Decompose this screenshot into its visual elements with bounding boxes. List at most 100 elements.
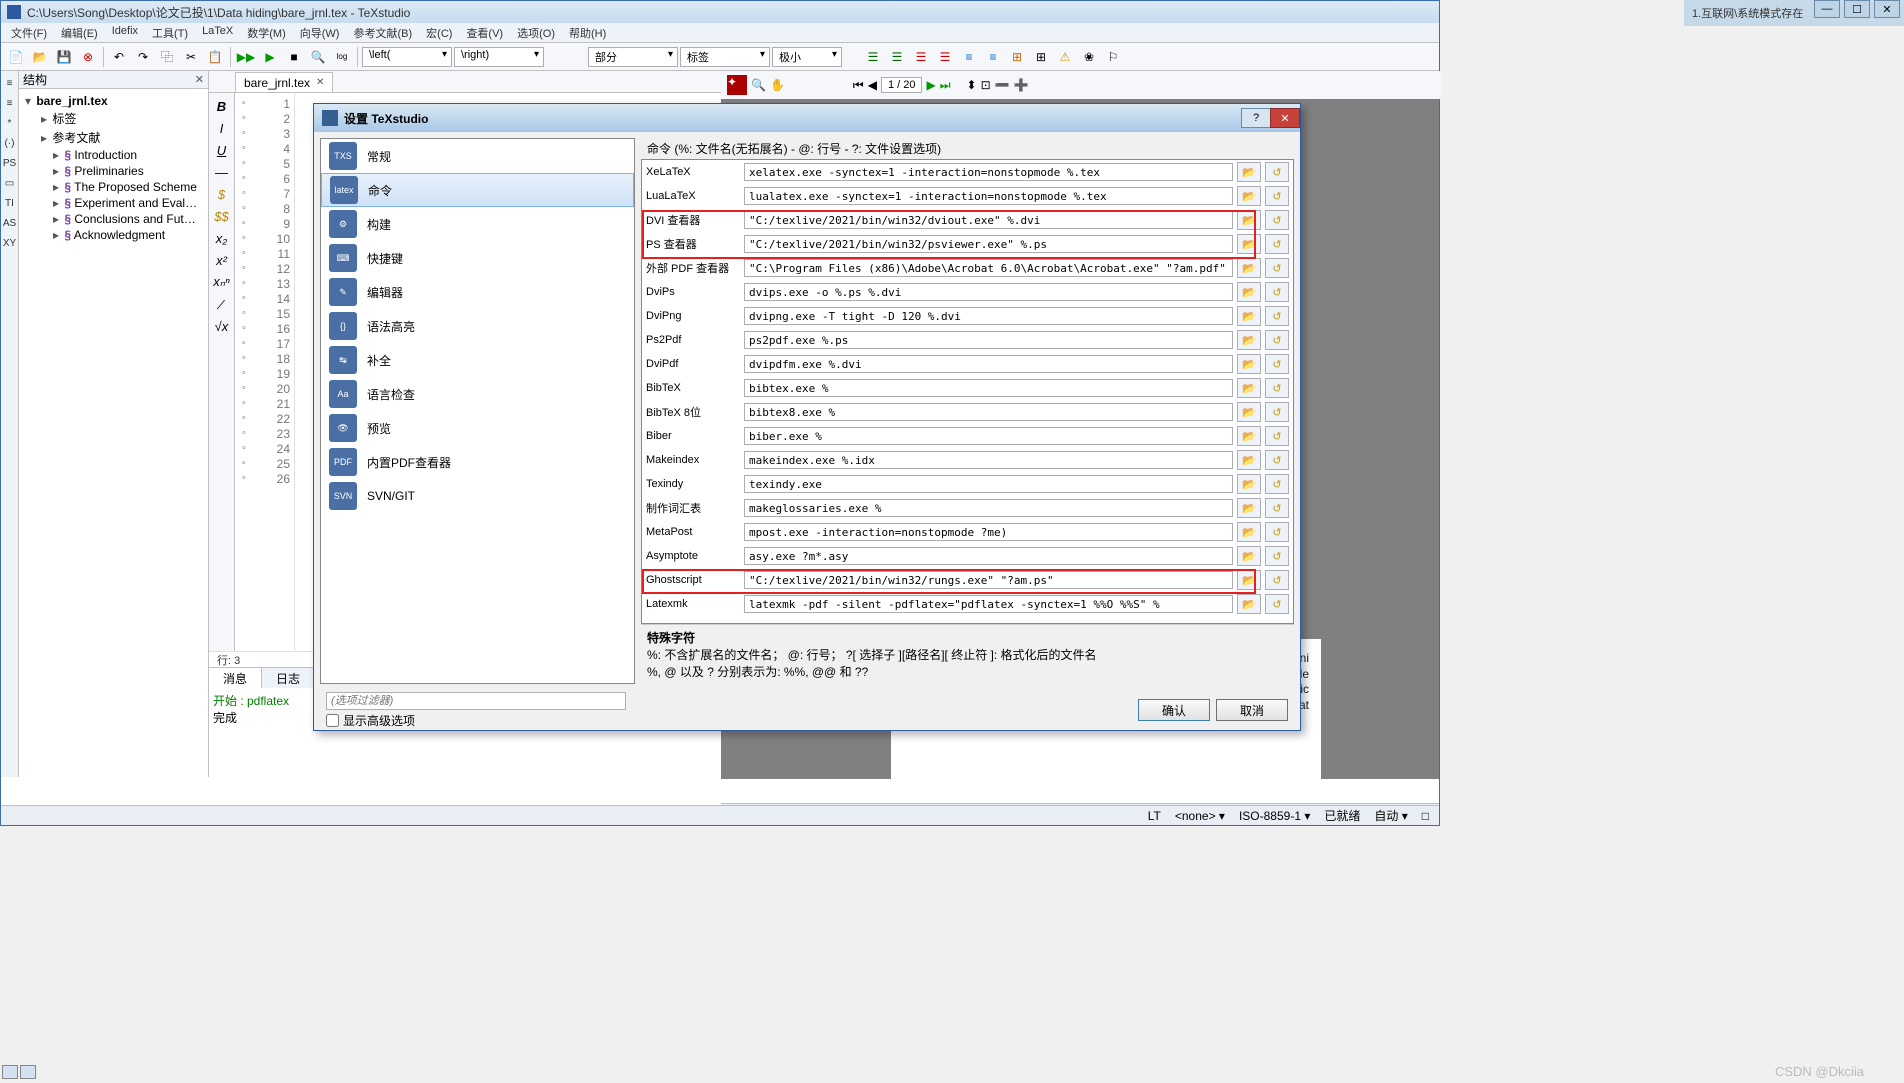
menu-item[interactable]: 编辑(E) [55,23,104,42]
panel-close-icon[interactable]: ✕ [195,73,204,86]
menu-item[interactable]: 选项(O) [511,23,561,42]
browse-icon[interactable]: 📂 [1237,330,1261,350]
item-icon[interactable]: ≡ [982,46,1004,68]
list-icon[interactable]: ☰ [934,46,956,68]
math-tool-icon[interactable]: B [217,97,226,115]
menu-item[interactable]: 文件(F) [5,23,53,42]
taskbar-icon[interactable] [20,1065,36,1079]
undo-icon[interactable]: ↶ [108,46,130,68]
command-input[interactable] [744,403,1233,421]
pdf-next-icon[interactable]: ▶ [926,78,935,92]
reset-icon[interactable]: ↺ [1265,426,1289,446]
browse-icon[interactable]: 📂 [1237,306,1261,326]
redo-icon[interactable]: ↷ [132,46,154,68]
view-log-icon[interactable]: log [331,46,353,68]
math-tool-icon[interactable]: √x [215,317,229,335]
browse-icon[interactable]: 📂 [1237,522,1261,542]
command-input[interactable] [744,307,1233,325]
tabular-icon[interactable]: ⊞ [1030,46,1052,68]
pdf-magnify-icon[interactable]: 🔍 [751,78,766,92]
pdf-page-field[interactable]: 1 / 20 [881,77,923,93]
tree-item[interactable]: ▸ § The Proposed Scheme [23,179,204,195]
cut-icon[interactable]: ✂ [180,46,202,68]
stop-icon[interactable]: ■ [283,46,305,68]
taskbar-icon[interactable] [2,1065,18,1079]
browse-icon[interactable]: 📂 [1237,162,1261,182]
pdf-scroll-icon[interactable]: ✋ [770,78,785,92]
reset-icon[interactable]: ↺ [1265,354,1289,374]
math-tool-icon[interactable]: x₂ [216,229,227,247]
reset-icon[interactable]: ↺ [1265,330,1289,350]
menu-item[interactable]: 工具(T) [146,23,194,42]
pdf-source-icon[interactable]: ✦ [727,75,747,95]
panel-tool-icon[interactable]: ▭ [1,175,18,191]
command-input[interactable] [744,571,1233,589]
messages-tab[interactable]: 消息 [209,668,262,688]
browse-icon[interactable]: 📂 [1237,450,1261,470]
reset-icon[interactable]: ↺ [1265,186,1289,206]
browse-icon[interactable]: 📂 [1237,426,1261,446]
status-none-combo[interactable]: <none> ▾ [1175,809,1225,823]
menu-item[interactable]: LaTeX [196,23,239,42]
command-input[interactable] [744,547,1233,565]
log-tab[interactable]: 日志 [262,668,315,688]
status-auto-combo[interactable]: 自动 ▾ [1374,807,1407,824]
menubar[interactable]: 文件(F)编辑(E)Idefix工具(T)LaTeX数学(M)向导(W)参考文献… [1,23,1439,43]
reset-icon[interactable]: ↺ [1265,522,1289,542]
browse-icon[interactable]: 📂 [1237,378,1261,398]
pdf-first-icon[interactable]: ⏮ [853,78,864,93]
math-tool-icon[interactable]: ⁄ [220,295,222,313]
command-input[interactable] [744,499,1233,517]
command-input[interactable] [744,283,1233,301]
reset-icon[interactable]: ↺ [1265,546,1289,566]
math-tool-icon[interactable]: xₙⁿ [213,273,229,291]
show-advanced-checkbox[interactable]: 显示高级选项 [326,712,626,729]
browse-icon[interactable]: 📂 [1237,210,1261,230]
browse-icon[interactable]: 📂 [1237,282,1261,302]
pdf-last-icon[interactable]: ⏭ [940,78,951,93]
pdf-zoom-in-icon[interactable]: ➕ [1014,78,1029,92]
settings-category-item[interactable]: SVNSVN/GIT [321,479,634,513]
tree-item[interactable]: ▸ § Conclusions and Fut… [23,211,204,227]
command-input[interactable] [744,259,1233,277]
command-input[interactable] [744,187,1233,205]
command-input[interactable] [744,451,1233,469]
close-file-icon[interactable]: ⊗ [77,46,99,68]
settings-category-item[interactable]: ✎编辑器 [321,275,634,309]
left-delim-combo[interactable]: \left( [362,47,452,67]
pdf-zoom-out-icon[interactable]: ➖ [995,78,1010,92]
command-input[interactable] [744,211,1233,229]
right-delim-combo[interactable]: \right) [454,47,544,67]
settings-category-item[interactable]: ⌨快捷键 [321,241,634,275]
command-input[interactable] [744,235,1233,253]
bg-close-icon[interactable]: ✕ [1874,0,1900,18]
panel-tool-icon[interactable]: ≡ [1,95,18,111]
browse-icon[interactable]: 📂 [1237,402,1261,422]
settings-category-item[interactable]: 👁预览 [321,411,634,445]
math-tool-icon[interactable]: U [217,141,226,159]
tree-item[interactable]: ▸ § Introduction [23,147,204,163]
menu-item[interactable]: 参考文献(B) [347,23,418,42]
reset-icon[interactable]: ↺ [1265,258,1289,278]
structure-tree[interactable]: ▾ bare_jrnl.tex▸ 标签▸ 参考文献▸ § Introductio… [19,89,208,777]
command-input[interactable] [744,379,1233,397]
panel-tool-icon[interactable]: PS [1,155,18,171]
tree-item[interactable]: ▸ 参考文献 [23,128,204,147]
pdf-fit-width-icon[interactable]: ⬍ [967,78,977,92]
math-tool-icon[interactable]: I [220,119,224,137]
browse-icon[interactable]: 📂 [1237,498,1261,518]
view-pdf-icon[interactable]: 🔍 [307,46,329,68]
reset-icon[interactable]: ↺ [1265,474,1289,494]
math-tool-icon[interactable]: $ [218,185,225,203]
browse-icon[interactable]: 📂 [1237,234,1261,254]
panel-tool-icon[interactable]: TI [1,195,18,211]
command-input[interactable] [744,355,1233,373]
tab-close-icon[interactable]: ✕ [316,77,324,88]
reset-icon[interactable]: ↺ [1265,498,1289,518]
math-tool-icon[interactable]: — [215,163,228,181]
browse-icon[interactable]: 📂 [1237,186,1261,206]
warning-icon[interactable]: ⚠ [1054,46,1076,68]
cancel-button[interactable]: 取消 [1216,699,1288,721]
command-input[interactable] [744,475,1233,493]
menu-item[interactable]: 向导(W) [294,23,346,42]
